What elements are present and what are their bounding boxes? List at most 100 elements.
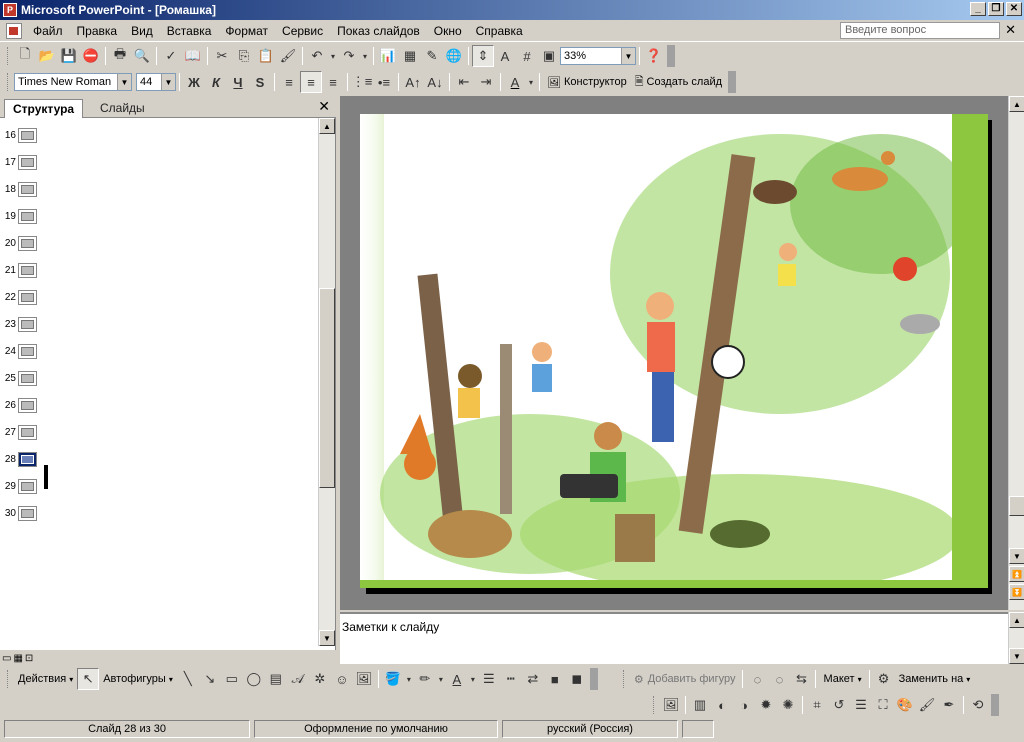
open-icon[interactable]: 📂 bbox=[36, 45, 58, 67]
layout-button[interactable]: Макет ▾ bbox=[819, 673, 865, 685]
fill-dropdown-icon[interactable]: ▾ bbox=[404, 668, 414, 690]
list-item[interactable]: 19 bbox=[2, 206, 37, 226]
sorter-view-icon[interactable]: ▦ bbox=[13, 653, 22, 664]
tab-slides[interactable]: Слайды bbox=[92, 99, 153, 118]
textbox-icon[interactable]: ▤ bbox=[265, 668, 287, 690]
dash-style-icon[interactable]: ┅ bbox=[500, 668, 522, 690]
less-contrast-icon[interactable]: ◑ bbox=[733, 694, 755, 716]
scroll-up-icon[interactable]: ▲ bbox=[1009, 612, 1024, 628]
scroll-up-icon[interactable]: ▲ bbox=[1009, 96, 1024, 112]
bullets-icon[interactable]: •≡ bbox=[373, 71, 395, 93]
line-dropdown-icon[interactable]: ▾ bbox=[436, 668, 446, 690]
redo-dropdown-icon[interactable]: ▾ bbox=[360, 45, 370, 67]
insert-picture-icon[interactable]: 🖼 bbox=[660, 694, 682, 716]
line-color-icon[interactable]: ✏ bbox=[414, 668, 436, 690]
toolbar-grip[interactable] bbox=[7, 47, 11, 65]
outline-scrollbar[interactable]: ▲ ▼ bbox=[318, 118, 335, 646]
more-contrast-icon[interactable]: ◐ bbox=[711, 694, 733, 716]
scroll-up-icon[interactable]: ▲ bbox=[319, 118, 335, 134]
slide-icon[interactable] bbox=[18, 505, 37, 521]
powerpoint-app-icon[interactable]: P bbox=[3, 3, 17, 17]
3d-style-icon[interactable]: ◼ bbox=[566, 668, 588, 690]
toolbar-options-icon[interactable] bbox=[728, 71, 737, 93]
menu-edit[interactable]: Правка bbox=[70, 24, 125, 38]
redo-icon[interactable]: ↷ bbox=[338, 45, 360, 67]
chevron-down-icon[interactable]: ▼ bbox=[621, 48, 635, 64]
document-icon[interactable] bbox=[6, 22, 22, 39]
format-painter-icon[interactable]: 🖌 bbox=[277, 45, 299, 67]
list-item[interactable]: 30 bbox=[2, 503, 37, 523]
slide-icon[interactable] bbox=[18, 154, 37, 170]
grayscale-icon[interactable]: A bbox=[494, 45, 516, 67]
menu-window[interactable]: Окно bbox=[427, 24, 469, 38]
previous-slide-icon[interactable]: ⏫ bbox=[1009, 566, 1024, 582]
more-brightness-icon[interactable]: ✹ bbox=[755, 694, 777, 716]
zoom-select[interactable]: 33% ▼ bbox=[560, 47, 636, 65]
paste-icon[interactable]: 📋 bbox=[255, 45, 277, 67]
recolor-icon[interactable]: 🎨 bbox=[894, 694, 916, 716]
underline-button[interactable]: Ч bbox=[227, 71, 249, 93]
chevron-down-icon[interactable]: ▼ bbox=[117, 74, 131, 90]
menu-view[interactable]: Вид bbox=[124, 24, 160, 38]
list-item[interactable]: 27 bbox=[2, 422, 37, 442]
help-search-input[interactable]: Введите вопрос bbox=[840, 22, 1000, 39]
forest-illustration[interactable] bbox=[360, 114, 988, 588]
font-color-icon[interactable]: A bbox=[446, 668, 468, 690]
replace-button[interactable]: Заменить на ▾ bbox=[895, 673, 975, 685]
list-item[interactable]: 17 bbox=[2, 152, 37, 172]
undo-icon[interactable]: ↶ bbox=[306, 45, 328, 67]
spell-icon[interactable]: ✓ bbox=[160, 45, 182, 67]
status-design[interactable]: Оформление по умолчанию bbox=[254, 720, 498, 738]
slide-icon[interactable] bbox=[18, 181, 37, 197]
scroll-down-icon[interactable]: ▼ bbox=[1009, 648, 1024, 664]
format-picture-icon[interactable]: 🖌 bbox=[916, 694, 938, 716]
menu-slideshow[interactable]: Показ слайдов bbox=[330, 24, 427, 38]
picture-icon[interactable]: 🖼 bbox=[353, 668, 375, 690]
undo-dropdown-icon[interactable]: ▾ bbox=[328, 45, 338, 67]
list-item[interactable]: 23 bbox=[2, 314, 37, 334]
notes-scrollbar[interactable]: ▲ ▼ bbox=[1008, 612, 1024, 664]
notes-pane[interactable]: Заметки к слайду bbox=[340, 612, 1008, 664]
clipart-icon[interactable]: ☺ bbox=[331, 668, 353, 690]
close-window-button[interactable]: ✕ bbox=[1006, 2, 1022, 16]
scroll-down-icon[interactable]: ▼ bbox=[1009, 548, 1024, 564]
chart-icon[interactable]: 📊 bbox=[377, 45, 399, 67]
new-icon[interactable]: 🗋 bbox=[14, 45, 36, 67]
reverse-icon[interactable]: ⇆ bbox=[790, 668, 812, 690]
restore-button[interactable]: ❐ bbox=[988, 2, 1004, 16]
numbering-icon[interactable]: ⋮≡ bbox=[351, 71, 373, 93]
increase-font-icon[interactable]: A↑ bbox=[402, 71, 424, 93]
menu-insert[interactable]: Вставка bbox=[160, 24, 219, 38]
compress-icon[interactable]: ⛶ bbox=[872, 694, 894, 716]
decrease-indent-icon[interactable]: ⇤ bbox=[453, 71, 475, 93]
rectangle-icon[interactable]: ▭ bbox=[221, 668, 243, 690]
add-shape-button[interactable]: ⚙ Добавить фигуру bbox=[630, 673, 740, 686]
slide-icon[interactable] bbox=[18, 235, 37, 251]
slide-icon[interactable] bbox=[18, 397, 37, 413]
list-item[interactable]: 24 bbox=[2, 341, 37, 361]
list-item[interactable]: 20 bbox=[2, 233, 37, 253]
crop-icon[interactable]: ⌗ bbox=[806, 694, 828, 716]
slide-canvas[interactable] bbox=[360, 114, 988, 588]
help-icon[interactable]: ❓ bbox=[643, 45, 665, 67]
slide-icon[interactable] bbox=[18, 478, 37, 494]
italic-button[interactable]: К bbox=[205, 71, 227, 93]
slideshow-view-icon[interactable]: ⊡ bbox=[25, 653, 33, 664]
list-item[interactable]: 22 bbox=[2, 287, 37, 307]
list-item[interactable]: 26 bbox=[2, 395, 37, 415]
oval-icon[interactable]: ◯ bbox=[243, 668, 265, 690]
shadow-style-icon[interactable]: ■ bbox=[544, 668, 566, 690]
scroll-thumb[interactable] bbox=[1009, 496, 1024, 516]
wordart-icon[interactable]: 𝒜 bbox=[287, 668, 309, 690]
line-icon[interactable]: ╲ bbox=[177, 668, 199, 690]
line-style-icon[interactable]: ☰ bbox=[478, 668, 500, 690]
arrow-icon[interactable]: ↘ bbox=[199, 668, 221, 690]
tab-outline[interactable]: Структура bbox=[4, 99, 84, 118]
slide-icon[interactable] bbox=[18, 208, 37, 224]
reset-picture-icon[interactable]: ⟲ bbox=[967, 694, 989, 716]
list-item[interactable]: 16 bbox=[2, 125, 37, 145]
line-weight-icon[interactable]: ☰ bbox=[850, 694, 872, 716]
increase-indent-icon[interactable]: ⇥ bbox=[475, 71, 497, 93]
move-back-icon[interactable]: ◌ bbox=[746, 668, 768, 690]
close-document-icon[interactable]: ✕ bbox=[1005, 22, 1016, 38]
